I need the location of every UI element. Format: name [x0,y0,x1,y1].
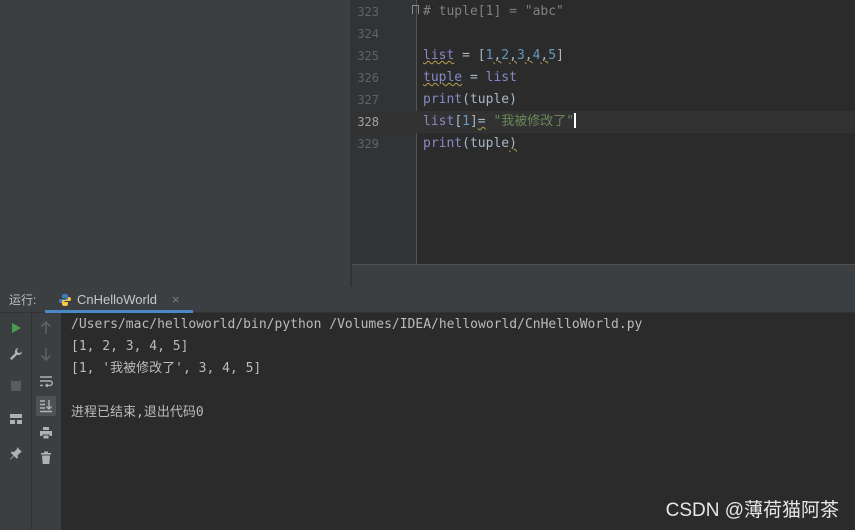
run-panel-header: 运行: CnHelloWorld × [0,287,855,313]
code-line[interactable]: 326 tuple = list [352,67,855,89]
layout-icon [10,414,22,424]
line-number[interactable]: 328 [352,111,379,133]
console-line: [1, 2, 3, 4, 5] [71,339,189,354]
code-token: list [485,70,517,85]
code-token: list [423,114,455,129]
code-token: 3 [516,48,525,63]
next-occurrence-button[interactable] [36,344,56,364]
code-line[interactable]: 329 print(tuple) [352,133,855,155]
line-number[interactable]: 326 [352,67,379,89]
line-code[interactable]: list[1]= "我被修改了" [423,111,577,133]
code-token: 1 [462,114,470,129]
line-number[interactable]: 329 [352,133,379,155]
line-number[interactable]: 323 [352,1,379,23]
run-toolbar-secondary [31,313,61,530]
code-line[interactable]: 324 [352,23,855,45]
arrow-up-icon [40,321,52,334]
previous-occurrence-button[interactable] [36,318,56,338]
tab-cnhelloworld[interactable]: CnHelloWorld × [45,287,193,313]
stop-button[interactable] [6,376,26,396]
code-line-current[interactable]: 328 list[1]= "我被修改了" [352,111,855,133]
code-token: ) [509,136,517,151]
code-line[interactable]: 325 list = [1,2,3,4,5] [352,45,855,67]
line-number[interactable]: 327 [352,89,379,111]
code-token: , [509,48,517,63]
code-token: list [423,48,455,63]
wrench-icon [10,347,23,360]
console-line: 进程已结束,退出代码0 [71,405,204,420]
code-token: , [524,48,533,63]
clear-all-button[interactable] [36,448,56,468]
scroll-to-end-icon [40,400,52,413]
code-token: 5 [548,48,557,63]
code-token: print [423,92,463,107]
line-number[interactable]: 324 [352,23,379,45]
code-token: # tuple[1] = "abc" [423,4,564,19]
code-token: (tuple [462,136,510,151]
run-icon [12,323,21,333]
line-code[interactable]: print(tuple) [423,133,517,155]
line-code[interactable]: list = [1,2,3,4,5] [423,45,564,67]
console-line: [1, '我被修改了', 3, 4, 5] [71,361,262,376]
trash-icon [41,451,51,464]
rerun-button[interactable] [6,318,26,338]
run-panel-label: 运行: [9,293,37,307]
line-code[interactable]: # tuple[1] = "abc" [423,1,564,23]
run-toolbar-primary [0,313,31,530]
code-token: = [462,70,486,85]
text-caret [574,113,577,128]
soft-wrap-button[interactable] [36,371,56,391]
pin-icon [10,447,22,460]
code-token: 2 [501,48,510,63]
stop-icon [11,381,21,391]
settings-button[interactable] [6,344,26,364]
code-token: ] [469,114,478,129]
code-token: ] [556,48,564,63]
line-code[interactable]: tuple = list [423,67,517,89]
code-token: (tuple) [462,92,517,107]
code-token: tuple [423,70,463,85]
soft-wrap-icon [40,376,53,388]
code-token: [ [454,114,463,129]
project-pane [0,0,352,287]
print-button[interactable] [36,423,56,443]
restore-layout-button[interactable] [6,409,26,429]
watermark-text: CSDN @薄荷猫阿茶 [665,500,839,521]
arrow-down-icon [40,348,52,361]
line-number[interactable]: 325 [352,45,379,67]
line-code[interactable]: print(tuple) [423,89,517,111]
code-line[interactable]: 327 print(tuple) [352,89,855,111]
pin-tab-button[interactable] [6,443,26,463]
code-token: print [423,136,463,151]
editor-horizontal-scrollbar[interactable] [352,264,855,287]
console-line: /Users/mac/helloworld/bin/python /Volume… [71,317,643,332]
code-token: "我被修改了" [493,114,575,129]
python-file-icon [59,294,71,306]
code-token: = [477,114,486,129]
print-icon [40,427,52,440]
code-token: = [ [454,48,486,63]
code-line[interactable]: 323 # tuple[1] = "abc" [352,1,855,23]
scroll-to-end-button[interactable] [36,396,56,416]
